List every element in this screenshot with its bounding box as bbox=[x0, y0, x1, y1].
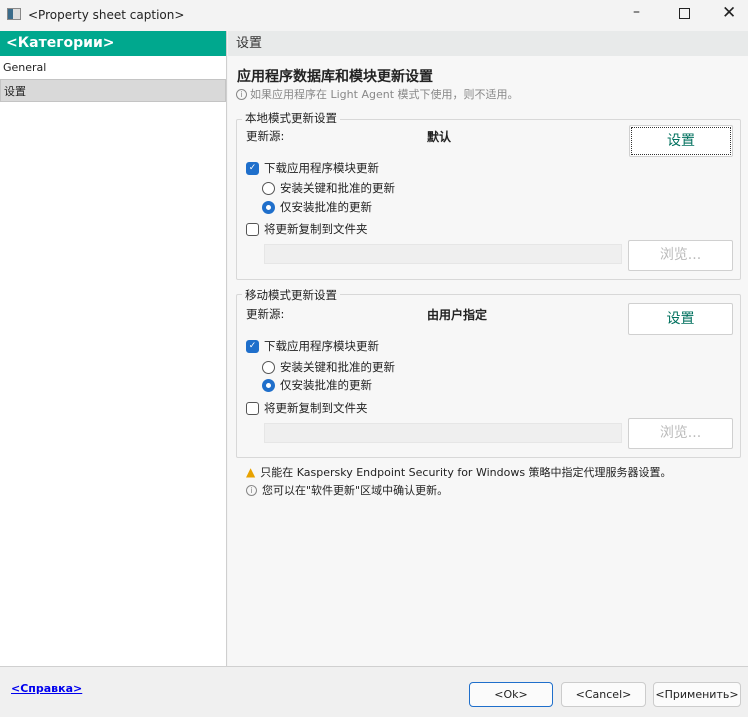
radio-label: 安装关键和批准的更新 bbox=[280, 360, 395, 374]
apply-button[interactable]: <Применить> bbox=[653, 682, 741, 707]
window-title: <Property sheet caption> bbox=[28, 8, 185, 22]
local-download-checkbox[interactable]: ✓ 下载应用程序模块更新 bbox=[246, 160, 379, 176]
radio-selected-icon bbox=[262, 378, 275, 392]
checkbox-checked-icon: ✓ bbox=[246, 161, 259, 175]
local-radio-critical[interactable]: 安装关键和批准的更新 bbox=[262, 180, 395, 196]
help-link[interactable]: <Справка> bbox=[11, 682, 82, 695]
warning-icon: ▲ bbox=[246, 465, 256, 479]
checkbox-icon bbox=[246, 222, 259, 236]
info-text: 您可以在"软件更新"区域中确认更新。 bbox=[262, 484, 449, 497]
radio-icon bbox=[262, 360, 275, 374]
close-icon[interactable]: ✕ bbox=[722, 3, 736, 23]
sidebar-item-general[interactable]: General bbox=[0, 56, 226, 79]
confirm-info: i 您可以在"软件更新"区域中确认更新。 bbox=[246, 482, 448, 498]
cancel-button[interactable]: <Cancel> bbox=[561, 682, 646, 707]
mobile-download-checkbox[interactable]: ✓ 下载应用程序模块更新 bbox=[246, 338, 379, 354]
checkbox-icon bbox=[246, 401, 259, 415]
mobile-radio-critical[interactable]: 安装关键和批准的更新 bbox=[262, 359, 395, 375]
footer: <Справка> <Ok> <Cancel> <Применить> bbox=[0, 666, 748, 717]
local-copy-checkbox[interactable]: 将更新复制到文件夹 bbox=[246, 221, 368, 237]
local-settings-button[interactable]: 设置 bbox=[629, 125, 733, 157]
local-copy-label: 将更新复制到文件夹 bbox=[264, 222, 368, 236]
mobile-download-label: 下载应用程序模块更新 bbox=[264, 339, 379, 353]
ok-button[interactable]: <Ok> bbox=[469, 682, 553, 707]
local-folder-input[interactable] bbox=[264, 244, 622, 264]
category-header: <Категории> bbox=[0, 31, 226, 56]
local-download-label: 下载应用程序模块更新 bbox=[264, 161, 379, 175]
maximize-icon[interactable] bbox=[679, 8, 690, 19]
mobile-folder-input[interactable] bbox=[264, 423, 622, 443]
local-radio-approved[interactable]: 仅安装批准的更新 bbox=[262, 199, 372, 215]
radio-selected-icon bbox=[262, 200, 275, 214]
mobile-settings-button[interactable]: 设置 bbox=[628, 303, 733, 335]
subtitle: 如果应用程序在 Light Agent 模式下使用，则不适用。 bbox=[250, 88, 519, 101]
proxy-warning: ▲ 只能在 Kaspersky Endpoint Security for Win… bbox=[246, 464, 672, 480]
minimize-icon[interactable]: – bbox=[633, 4, 640, 20]
radio-label: 仅安装批准的更新 bbox=[280, 200, 372, 214]
mobile-source-value: 由用户指定 bbox=[427, 308, 488, 322]
info-icon: i bbox=[246, 484, 257, 496]
info-icon: i bbox=[236, 88, 247, 100]
radio-icon bbox=[262, 181, 275, 195]
app-icon bbox=[7, 8, 21, 20]
mobile-browse-button[interactable]: 浏览... bbox=[628, 418, 733, 449]
panel-header: 设置 bbox=[228, 31, 748, 56]
warning-text: 只能在 Kaspersky Endpoint Security for Wind… bbox=[260, 466, 672, 479]
mobile-mode-legend: 移动模式更新设置 bbox=[242, 287, 340, 303]
sidebar-item-settings[interactable]: 设置 bbox=[0, 79, 226, 102]
radio-label: 安装关键和批准的更新 bbox=[280, 181, 395, 195]
mobile-radio-approved[interactable]: 仅安装批准的更新 bbox=[262, 377, 372, 393]
mobile-source-label: 更新源: bbox=[246, 307, 285, 321]
title-bar: <Property sheet caption> – ✕ bbox=[0, 0, 748, 31]
mobile-copy-checkbox[interactable]: 将更新复制到文件夹 bbox=[246, 400, 368, 416]
local-mode-legend: 本地模式更新设置 bbox=[242, 110, 340, 126]
radio-label: 仅安装批准的更新 bbox=[280, 378, 372, 392]
mobile-copy-label: 将更新复制到文件夹 bbox=[264, 401, 368, 415]
checkbox-checked-icon: ✓ bbox=[246, 339, 259, 353]
local-source-value: 默认 bbox=[427, 130, 452, 144]
local-source-label: 更新源: bbox=[246, 129, 285, 143]
local-browse-button[interactable]: 浏览... bbox=[628, 240, 733, 271]
settings-panel: 设置 应用程序数据库和模块更新设置 i 如果应用程序在 Light Agent … bbox=[228, 31, 748, 666]
page-title: 应用程序数据库和模块更新设置 bbox=[237, 69, 433, 85]
category-sidebar: <Категории> General 设置 bbox=[0, 31, 227, 666]
